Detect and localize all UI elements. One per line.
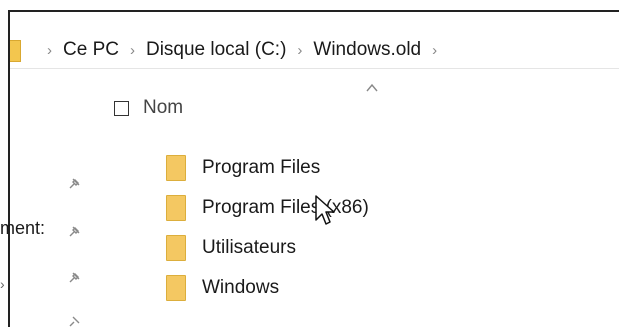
- file-name: Utilisateurs: [202, 237, 296, 258]
- folder-icon: [166, 155, 186, 181]
- list-item[interactable]: Windows: [166, 268, 369, 308]
- nav-pane-item-label[interactable]: ment:: [0, 218, 45, 239]
- nav-pane-marker: ›: [0, 276, 5, 292]
- file-name: Program Files: [202, 157, 321, 178]
- breadcrumb-disque-local[interactable]: Disque local (C:): [146, 39, 286, 61]
- file-list: Program Files Program Files (x86) Utilis…: [166, 148, 369, 308]
- mouse-cursor-icon: [315, 195, 335, 225]
- address-bar[interactable]: › Ce PC › Disque local (C:) › Windows.ol…: [10, 32, 619, 69]
- chevron-right-icon[interactable]: ›: [432, 42, 437, 59]
- folder-icon: [166, 275, 186, 301]
- file-name: Windows: [202, 277, 280, 298]
- list-item[interactable]: Program Files: [166, 148, 369, 188]
- list-item[interactable]: Program Files (x86): [166, 188, 369, 228]
- pin-icon[interactable]: [66, 270, 82, 286]
- chevron-right-icon[interactable]: ›: [47, 42, 52, 59]
- pin-icon[interactable]: [66, 176, 82, 192]
- file-name: Program Files (x86): [202, 197, 369, 218]
- breadcrumb-ce-pc[interactable]: Ce PC: [63, 39, 119, 61]
- folder-icon: [166, 195, 186, 221]
- breadcrumb-windows-old[interactable]: Windows.old: [313, 39, 421, 61]
- pin-icon[interactable]: [66, 314, 82, 330]
- sort-ascending-icon[interactable]: [366, 82, 378, 94]
- select-all-checkbox[interactable]: [114, 100, 129, 116]
- chevron-right-icon[interactable]: ›: [130, 42, 135, 59]
- list-item[interactable]: Utilisateurs: [166, 228, 369, 268]
- folder-icon: [166, 235, 186, 261]
- column-name-label: Nom: [143, 97, 184, 118]
- pin-icon[interactable]: [66, 224, 82, 240]
- folder-icon: [10, 40, 21, 62]
- column-header-name[interactable]: Nom: [114, 94, 183, 122]
- breadcrumb: › Ce PC › Disque local (C:) › Windows.ol…: [36, 32, 448, 68]
- chevron-right-icon[interactable]: ›: [297, 42, 302, 59]
